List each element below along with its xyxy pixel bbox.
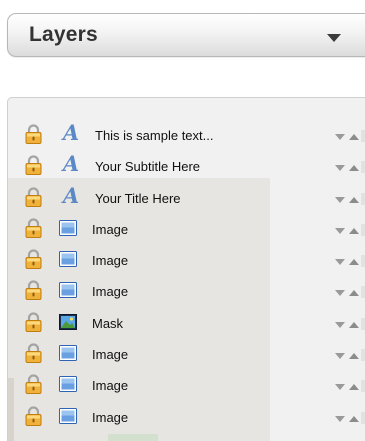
text-layer-icon: A [62, 120, 80, 145]
layer-name: Your Title Here [95, 190, 181, 206]
layer-row[interactable]: Image [8, 245, 365, 276]
text-layer-icon: A [62, 151, 80, 177]
layer-name: Image [92, 409, 129, 425]
layer-name: Your Subtitle Here [95, 159, 201, 175]
reorder-arrows-icon[interactable] [333, 379, 365, 393]
reorder-arrows-icon[interactable] [333, 317, 365, 330]
reorder-arrows-icon[interactable] [333, 223, 365, 236]
lock-icon[interactable] [25, 218, 42, 238]
reorder-arrows-icon[interactable] [333, 285, 365, 299]
reorder-arrows-icon[interactable] [333, 254, 365, 268]
lock-icon[interactable] [25, 406, 42, 426]
lock-icon[interactable] [25, 155, 42, 176]
layer-name: Image [92, 347, 129, 363]
chevron-down-icon [327, 34, 341, 42]
lock-icon[interactable] [25, 187, 42, 207]
layer-name: Image [92, 221, 129, 237]
layer-row[interactable]: Image [8, 276, 365, 307]
layer-row[interactable]: Mask [8, 308, 365, 339]
lock-icon[interactable] [25, 249, 42, 270]
reorder-arrows-icon[interactable] [333, 411, 365, 424]
layer-row[interactable]: A Your Subtitle Here [8, 151, 365, 182]
layer-row[interactable]: A This is sample text... [8, 120, 365, 151]
lock-icon[interactable] [25, 343, 42, 364]
mask-layer-icon [59, 313, 77, 330]
image-layer-icon [59, 219, 77, 236]
image-layer-icon [59, 282, 77, 299]
layer-row[interactable]: Image [8, 214, 365, 245]
image-layer-icon [59, 251, 77, 268]
layer-name: Image [92, 378, 129, 394]
layer-row[interactable]: Image [8, 370, 365, 401]
layer-name: This is sample text... [95, 128, 214, 143]
layer-row[interactable]: A Your Title Here [8, 183, 365, 214]
image-layer-icon [59, 407, 77, 424]
layers-dropdown-label: Layers [29, 23, 98, 46]
lock-icon[interactable] [25, 374, 42, 395]
lock-icon[interactable] [25, 280, 42, 301]
layer-name: Image [92, 284, 129, 300]
layer-list: A This is sample text... A Your Subtitle He… [8, 120, 365, 433]
text-layer-icon: A [62, 182, 80, 208]
image-layer-icon [59, 345, 77, 362]
layer-row[interactable]: Image [8, 402, 365, 433]
reorder-arrows-icon[interactable] [333, 129, 365, 142]
image-layer-icon [59, 376, 77, 393]
canvas-edge-green [108, 434, 158, 441]
lock-icon[interactable] [25, 124, 42, 144]
layer-name: Mask [92, 315, 124, 331]
lock-icon[interactable] [25, 312, 42, 332]
layers-panel: A This is sample text... A Your Subtitle He… [7, 97, 365, 441]
reorder-arrows-icon[interactable] [333, 348, 365, 362]
layer-name: Image [92, 253, 129, 269]
reorder-arrows-icon[interactable] [333, 160, 365, 174]
reorder-arrows-icon[interactable] [333, 192, 365, 205]
layer-row[interactable]: Image [8, 339, 365, 370]
layers-dropdown[interactable]: Layers [7, 13, 365, 57]
